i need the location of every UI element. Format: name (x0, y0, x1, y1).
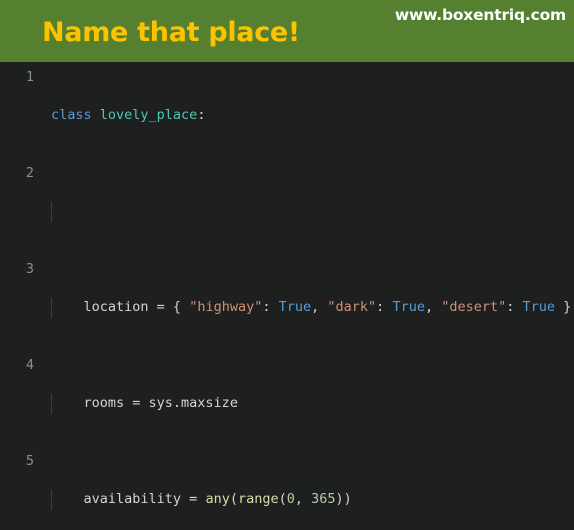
line-number: 4 (25, 357, 34, 373)
page-title: Name that place! (42, 17, 300, 48)
code-line-row: 5 availability = any(range(0, 365)) (0, 452, 574, 530)
website-url-label: www.boxentriq.com (394, 6, 566, 24)
code-line-content[interactable]: class lovely_place: (43, 68, 574, 164)
code-editor[interactable]: 1 class lovely_place: 2 3 location = { "… (0, 62, 574, 530)
code-line-content[interactable]: location = { "highway": True, "dark": Tr… (43, 260, 574, 356)
indent-guide (51, 202, 52, 222)
line-number: 3 (25, 261, 34, 277)
code-lines-table: 1 class lovely_place: 2 3 location = { "… (0, 68, 574, 530)
line-number: 1 (25, 69, 34, 85)
line-number: 5 (25, 453, 34, 469)
page-header-banner: Name that place! www.boxentriq.com (0, 0, 574, 62)
code-line-row: 3 location = { "highway": True, "dark": … (0, 260, 574, 356)
code-line-row: 4 rooms = sys.maxsize (0, 356, 574, 452)
code-line-row: 1 class lovely_place: (0, 68, 574, 164)
code-line-content[interactable]: availability = any(range(0, 365)) (43, 452, 574, 530)
code-line-content[interactable] (43, 164, 574, 260)
code-line-content[interactable]: rooms = sys.maxsize (43, 356, 574, 452)
code-line-row: 2 (0, 164, 574, 260)
line-number: 2 (25, 165, 34, 181)
